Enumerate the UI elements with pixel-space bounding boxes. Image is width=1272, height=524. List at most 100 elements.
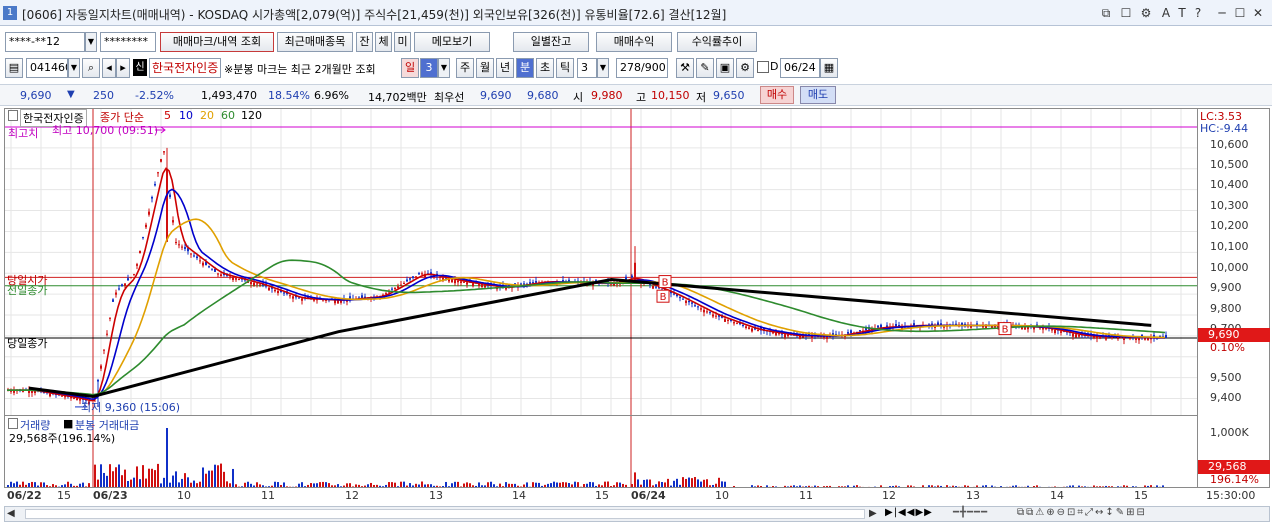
- stock-code-input[interactable]: 041460: [26, 58, 68, 78]
- candle-body: [133, 274, 135, 276]
- candle-body: [61, 395, 63, 397]
- layout-icon[interactable]: ▤: [5, 58, 23, 78]
- volume-bar: [193, 480, 195, 487]
- period-tick[interactable]: 틱: [556, 58, 574, 78]
- trade-profit-button[interactable]: 매매수익: [596, 32, 672, 52]
- price-change-pct: -2.52%: [135, 89, 174, 102]
- horizontal-scrollbar[interactable]: ◀ ▶ ▶|◀◀▶▶ ━╋━━━ ⧉⧉⚠⊕⊖⊡⌗⤢↔↕✎⊞⊟: [4, 506, 1270, 522]
- navigation-icons[interactable]: ▶|◀◀▶▶: [885, 507, 937, 521]
- tab-unexecuted[interactable]: 미: [394, 32, 411, 52]
- count-field[interactable]: 278/900: [616, 58, 668, 78]
- volume-bar: [139, 479, 141, 487]
- link-icon[interactable]: ⧉: [1098, 5, 1114, 21]
- period-second[interactable]: 초: [536, 58, 554, 78]
- period-month[interactable]: 월: [476, 58, 494, 78]
- volume-bar: [718, 477, 720, 487]
- x-tick: 06/23: [93, 489, 128, 502]
- chart-tool-icons[interactable]: ⧉⧉⚠⊕⊖⊡⌗⤢↔↕✎⊞⊟: [1017, 507, 1267, 521]
- chevron-down-icon[interactable]: ▼: [85, 32, 97, 52]
- legend-ma-10: 10: [179, 109, 193, 122]
- date-checkbox[interactable]: [757, 61, 769, 73]
- trade-mark-query-button[interactable]: 매매마크/내역 조회: [160, 32, 274, 52]
- period-week[interactable]: 주: [456, 58, 474, 78]
- best-bid: 9,680: [527, 89, 559, 102]
- account-select[interactable]: ****-**12: [5, 32, 85, 52]
- buy-button[interactable]: 매수: [760, 86, 794, 104]
- candle-body: [859, 330, 861, 332]
- y-tick: 10,500: [1210, 158, 1249, 171]
- password-field[interactable]: ********: [100, 32, 156, 52]
- profit-trend-button[interactable]: 수익률추이: [677, 32, 757, 52]
- minute-mark-notice: ※분봉 마크는 최근 2개월만 조회: [224, 63, 376, 76]
- candle-body: [877, 325, 879, 328]
- chevron-down-icon[interactable]: ▼: [438, 58, 450, 78]
- memo-view-button[interactable]: 메모보기: [414, 32, 490, 52]
- volume-bar: [673, 480, 675, 487]
- legend-ma-5: 5: [164, 109, 171, 122]
- date-field[interactable]: 06/24: [780, 58, 820, 78]
- scroll-left-icon[interactable]: ◀: [7, 508, 15, 519]
- volume-bar: [634, 472, 636, 487]
- volume-chart[interactable]: 거래량 ■ 분봉 거래대금 29,568주(196.14%): [4, 416, 1198, 488]
- calendar-icon[interactable]: ▦: [820, 58, 838, 78]
- candle-body: [481, 284, 483, 287]
- candle-body: [850, 330, 852, 334]
- x-tick: 12: [882, 489, 896, 502]
- prev-icon[interactable]: ◂: [102, 58, 116, 78]
- maximize-panel-icon[interactable]: ☐: [1118, 5, 1134, 21]
- candle-body: [160, 159, 162, 162]
- volume-current-tag: 29,568: [1198, 460, 1270, 474]
- tools-icon[interactable]: ⚒: [676, 58, 694, 78]
- period-day[interactable]: 일: [401, 58, 419, 78]
- tab-executed[interactable]: 체: [375, 32, 392, 52]
- candle-body: [484, 285, 486, 288]
- legend-box-icon: [8, 110, 18, 121]
- zoom-slider-icon[interactable]: ━╋━━━: [953, 507, 1013, 521]
- next-icon[interactable]: ▸: [116, 58, 130, 78]
- hc-label: HC:-9.44: [1200, 122, 1249, 135]
- x-tick: 12: [345, 489, 359, 502]
- save-icon[interactable]: ▣: [716, 58, 734, 78]
- candle-body: [685, 300, 687, 303]
- recent-trade-items-button[interactable]: 최근매매종목: [277, 32, 353, 52]
- help-icon[interactable]: ?: [1190, 5, 1206, 21]
- period-minute[interactable]: 분: [516, 58, 534, 78]
- volume-bar: [109, 464, 111, 487]
- prev-close-label: 전일종가: [7, 284, 48, 297]
- tab-balance[interactable]: 잔: [356, 32, 373, 52]
- restore-icon[interactable]: ☐: [1232, 5, 1248, 21]
- gear-icon[interactable]: ⚙: [736, 58, 754, 78]
- chevron-down-icon[interactable]: ▼: [597, 58, 609, 78]
- stock-name[interactable]: 한국전자인증: [149, 58, 221, 78]
- volume-bar: [142, 465, 144, 487]
- close-icon[interactable]: ✕: [1250, 5, 1266, 21]
- scroll-track[interactable]: [25, 509, 865, 519]
- volume-y-axis: 1,000K 29,568 196.14%: [1198, 416, 1270, 488]
- price-chart[interactable]: BBB 한국전자인증 종가 단순 5 10 20 60 120 최고치 최고 1…: [4, 108, 1198, 416]
- daily-balance-button[interactable]: 일별잔고: [513, 32, 589, 52]
- candle-body: [268, 287, 270, 291]
- title-bar: 1 [0606] 자동일지차트(매매내역) - KOSDAQ 시가총액[2,07…: [0, 0, 1272, 26]
- scroll-right-icon[interactable]: ▶: [869, 508, 877, 519]
- candle-body: [235, 278, 237, 280]
- period-day-value[interactable]: 3: [420, 58, 438, 78]
- unit-value[interactable]: 3: [577, 58, 597, 78]
- minimize-icon[interactable]: ─: [1214, 5, 1230, 21]
- candle-body: [190, 253, 192, 255]
- chevron-down-icon[interactable]: ▼: [68, 58, 80, 78]
- candle-body: [166, 168, 168, 242]
- settings-icon[interactable]: ⚙: [1138, 5, 1154, 21]
- candle-body: [229, 276, 231, 278]
- trade-amount: 14,702백만: [368, 91, 427, 104]
- period-year[interactable]: 년: [496, 58, 514, 78]
- text-icon[interactable]: T: [1174, 5, 1190, 21]
- font-size-icon[interactable]: A: [1158, 5, 1174, 21]
- candle-body: [142, 237, 144, 239]
- sell-button[interactable]: 매도: [800, 86, 836, 104]
- y-tick: 10,400: [1210, 178, 1249, 191]
- draw-icon[interactable]: ✎: [696, 58, 714, 78]
- search-icon[interactable]: ⌕: [82, 58, 100, 78]
- candle-body: [727, 319, 729, 321]
- current-pct-label: 0.10%: [1210, 341, 1245, 354]
- volume-bar: [175, 471, 177, 487]
